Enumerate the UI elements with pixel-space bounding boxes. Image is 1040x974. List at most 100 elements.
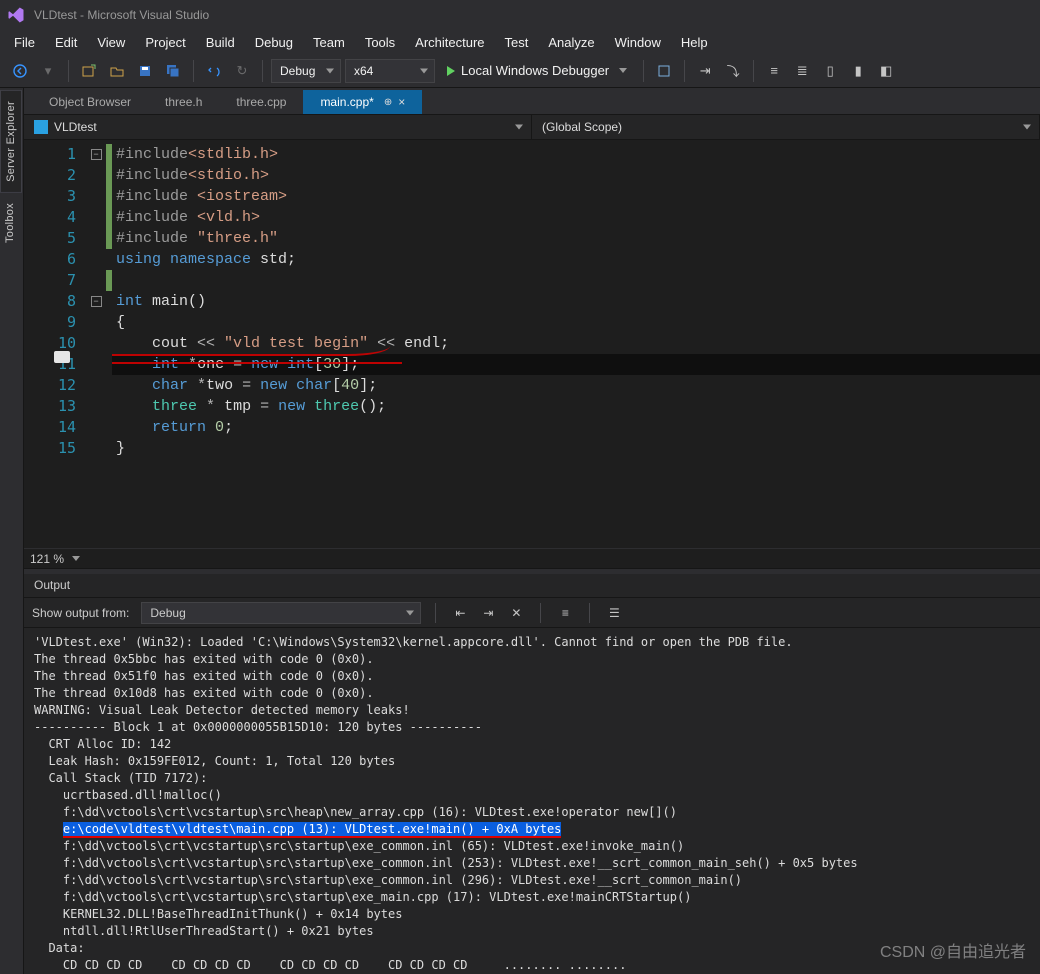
code-line[interactable]: {: [112, 312, 1040, 333]
output-line[interactable]: CRT Alloc ID: 142: [34, 736, 1030, 753]
output-panel: Output Show output from: Debug ⇤ ⇥ ✕ ≡ ☰…: [24, 574, 1040, 974]
output-line[interactable]: The thread 0x51f0 has exited with code 0…: [34, 668, 1030, 685]
zoom-dropdown[interactable]: 121 %: [30, 552, 80, 566]
menu-build[interactable]: Build: [196, 32, 245, 53]
menu-team[interactable]: Team: [303, 32, 355, 53]
find-message-icon[interactable]: ⇤: [450, 603, 470, 623]
code-line[interactable]: char *two = new char[40];: [112, 375, 1040, 396]
bookmark-button[interactable]: ◧: [874, 59, 898, 83]
fold-cell: [86, 312, 106, 333]
code-line[interactable]: int main(): [112, 291, 1040, 312]
output-line[interactable]: The thread 0x10d8 has exited with code 0…: [34, 685, 1030, 702]
step-into-button[interactable]: ⇥: [693, 59, 717, 83]
start-debugging-button[interactable]: Local Windows Debugger: [439, 59, 635, 83]
open-file-button[interactable]: [105, 59, 129, 83]
menu-project[interactable]: Project: [135, 32, 195, 53]
fold-cell[interactable]: −: [86, 144, 106, 165]
toggle-wrap-icon[interactable]: ≡: [555, 603, 575, 623]
output-title: Output: [24, 574, 1040, 598]
output-line[interactable]: f:\dd\vctools\crt\vcstartup\src\startup\…: [34, 872, 1030, 889]
output-line[interactable]: The thread 0x5bbc has exited with code 0…: [34, 651, 1030, 668]
output-from-dropdown[interactable]: Debug: [141, 602, 421, 624]
output-line[interactable]: ---------- Block 1 at 0x0000000055B15D10…: [34, 719, 1030, 736]
output-line[interactable]: f:\dd\vctools\crt\vcstartup\src\startup\…: [34, 855, 1030, 872]
menu-view[interactable]: View: [87, 32, 135, 53]
code-line[interactable]: #include<stdio.h>: [112, 165, 1040, 186]
code-line[interactable]: #include <iostream>: [112, 186, 1040, 207]
nav-scope-dropdown[interactable]: (Global Scope): [532, 115, 1040, 139]
code-area[interactable]: #include<stdlib.h>#include<stdio.h>#incl…: [112, 140, 1040, 548]
output-line[interactable]: f:\dd\vctools\crt\vcstartup\src\heap\new…: [34, 804, 1030, 821]
separator: [68, 60, 69, 82]
doc-tab-object-browser[interactable]: Object Browser: [32, 90, 148, 114]
menu-analyze[interactable]: Analyze: [538, 32, 604, 53]
code-line[interactable]: using namespace std;: [112, 249, 1040, 270]
pin-icon[interactable]: ⊕: [384, 97, 392, 108]
solution-platform-dropdown[interactable]: x64: [345, 59, 435, 83]
next-message-icon[interactable]: ⇥: [478, 603, 498, 623]
code-editor[interactable]: 123456789101112131415 −− #include<stdlib…: [24, 140, 1040, 548]
doc-tab-label: three.h: [165, 95, 202, 109]
clear-all-icon[interactable]: ✕: [506, 603, 526, 623]
line-number: 2: [24, 165, 86, 186]
nav-project-dropdown[interactable]: VLDtest: [24, 115, 532, 139]
code-line[interactable]: three * tmp = new three();: [112, 396, 1040, 417]
doc-tab-three-h[interactable]: three.h: [148, 90, 219, 114]
indent-right-button[interactable]: ≣: [790, 59, 814, 83]
code-line[interactable]: cout << "vld test begin" << endl;: [112, 333, 1040, 354]
doc-tab-label: three.cpp: [236, 95, 286, 109]
code-line[interactable]: [112, 270, 1040, 291]
menu-help[interactable]: Help: [671, 32, 718, 53]
fold-cell[interactable]: −: [86, 291, 106, 312]
side-tab-toolbox[interactable]: Toolbox: [0, 193, 20, 253]
code-line[interactable]: #include<stdlib.h>: [112, 144, 1040, 165]
save-button[interactable]: [133, 59, 157, 83]
output-line[interactable]: Call Stack (TID 7172):: [34, 770, 1030, 787]
browse-button[interactable]: [652, 59, 676, 83]
output-line[interactable]: WARNING: Visual Leak Detector detected m…: [34, 702, 1030, 719]
doc-tab-three-cpp[interactable]: three.cpp: [219, 90, 303, 114]
menu-architecture[interactable]: Architecture: [405, 32, 494, 53]
menu-tools[interactable]: Tools: [355, 32, 405, 53]
new-project-button[interactable]: [77, 59, 101, 83]
menu-debug[interactable]: Debug: [245, 32, 303, 53]
nav-forward-button[interactable]: ▾: [36, 59, 60, 83]
doc-tab-main-cpp-[interactable]: main.cpp*⊕×: [303, 90, 422, 114]
save-all-button[interactable]: [161, 59, 185, 83]
menu-edit[interactable]: Edit: [45, 32, 87, 53]
output-line[interactable]: f:\dd\vctools\crt\vcstartup\src\startup\…: [34, 889, 1030, 906]
side-tab-server-explorer[interactable]: Server Explorer: [0, 90, 22, 193]
uncomment-button[interactable]: ▮: [846, 59, 870, 83]
code-line[interactable]: #include <vld.h>: [112, 207, 1040, 228]
output-line[interactable]: Leak Hash: 0x159FE012, Count: 1, Total 1…: [34, 753, 1030, 770]
list-icon[interactable]: ☰: [604, 603, 624, 623]
code-line[interactable]: #include "three.h": [112, 228, 1040, 249]
output-line[interactable]: ntdll.dll!RtlUserThreadStart() + 0x21 by…: [34, 923, 1030, 940]
output-line[interactable]: f:\dd\vctools\crt\vcstartup\src\startup\…: [34, 838, 1030, 855]
separator: [262, 60, 263, 82]
code-line[interactable]: return 0;: [112, 417, 1040, 438]
output-line[interactable]: Data:: [34, 940, 1030, 957]
output-line[interactable]: KERNEL32.DLL!BaseThreadInitThunk() + 0x1…: [34, 906, 1030, 923]
play-icon: [447, 66, 455, 76]
output-line[interactable]: 'VLDtest.exe' (Win32): Loaded 'C:\Window…: [34, 634, 1030, 651]
comment-button[interactable]: ▯: [818, 59, 842, 83]
code-line[interactable]: int *one = new int[30];: [112, 354, 1040, 375]
breakpoint-marker[interactable]: [54, 351, 70, 363]
line-number: 15: [24, 438, 86, 459]
output-line[interactable]: CD CD CD CD CD CD CD CD CD CD CD CD CD C…: [34, 957, 1030, 974]
menu-test[interactable]: Test: [495, 32, 539, 53]
output-line[interactable]: e:\code\vldtest\vldtest\main.cpp (13): V…: [34, 821, 1030, 838]
menu-window[interactable]: Window: [605, 32, 671, 53]
output-line[interactable]: ucrtbased.dll!malloc(): [34, 787, 1030, 804]
indent-left-button[interactable]: ≡: [762, 59, 786, 83]
close-icon[interactable]: ×: [398, 95, 405, 109]
menu-file[interactable]: File: [4, 32, 45, 53]
redo-button[interactable]: ↻: [230, 59, 254, 83]
solution-config-dropdown[interactable]: Debug: [271, 59, 341, 83]
code-line[interactable]: }: [112, 438, 1040, 459]
undo-button[interactable]: [202, 59, 226, 83]
step-over-button[interactable]: ⤵: [721, 59, 745, 83]
output-console[interactable]: 'VLDtest.exe' (Win32): Loaded 'C:\Window…: [24, 628, 1040, 974]
nav-back-button[interactable]: [8, 59, 32, 83]
